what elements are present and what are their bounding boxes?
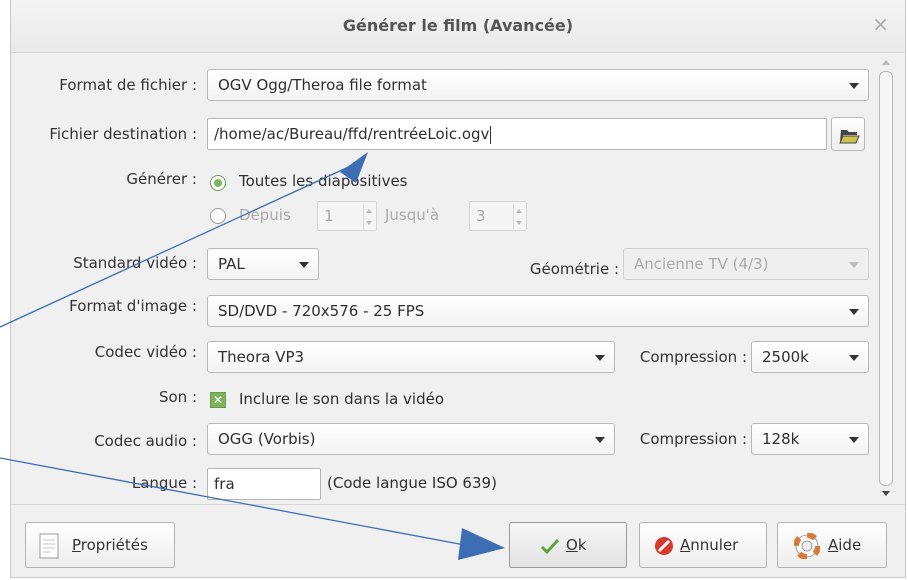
geometry-label: Géométrie : [529, 260, 619, 278]
stop-icon [655, 537, 673, 555]
spin-arrows-icon [363, 204, 374, 230]
language-value: fra [214, 475, 235, 493]
video-codec-label: Codec vidéo : [94, 343, 197, 361]
include-sound-label: Inclure le son dans la vidéo [239, 390, 445, 408]
chevron-down-icon [849, 262, 859, 268]
audio-compression-label: Compression : [639, 430, 747, 448]
until-value: 3 [476, 207, 486, 225]
cancel-button-label: Annuler [680, 536, 739, 554]
chevron-down-icon [849, 355, 859, 361]
video-codec-value: Theora VP3 [218, 348, 305, 366]
radio-all-slides-label: Toutes les diapositives [239, 172, 408, 190]
chevron-down-icon [299, 262, 309, 268]
radio-all-slides[interactable] [210, 175, 226, 191]
scroll-down-icon[interactable] [882, 491, 890, 496]
chevron-down-icon [849, 437, 859, 443]
radio-from-label: Depuis [239, 206, 291, 224]
video-compression-select[interactable]: 2500k [751, 341, 869, 373]
file-format-label: Format de fichier : [59, 76, 197, 94]
radio-from[interactable] [210, 208, 226, 224]
until-label: Jusqu'à [385, 206, 440, 224]
destination-value: /home/ac/Bureau/ffd/rentréeLoic.ogv [214, 125, 490, 143]
checkmark-icon [540, 538, 560, 555]
lifebuoy-icon [794, 533, 820, 559]
destination-label: Fichier destination : [49, 125, 197, 143]
button-separator [11, 504, 905, 505]
help-button-label: Aide [828, 536, 862, 554]
destination-input[interactable]: /home/ac/Bureau/ffd/rentréeLoic.ogv [207, 118, 827, 150]
from-spinbox[interactable]: 1 [317, 201, 377, 231]
chevron-down-icon [849, 83, 859, 89]
spin-arrows-icon [513, 204, 524, 230]
ok-button-label: Ok [566, 536, 587, 554]
title-bar[interactable]: Générer le film (Avancée) × [11, 0, 905, 53]
scroll-up-icon[interactable] [882, 60, 890, 65]
video-compression-value: 2500k [762, 348, 809, 366]
until-spinbox[interactable]: 3 [469, 201, 527, 231]
video-standard-value: PAL [218, 255, 245, 273]
scrollbar[interactable] [877, 58, 895, 498]
video-compression-label: Compression : [639, 348, 747, 366]
file-format-value: OGV Ogg/Theroa file format [218, 76, 427, 94]
image-format-label: Format d'image : [69, 297, 197, 315]
image-format-value: SD/DVD - 720x576 - 25 FPS [218, 302, 425, 320]
help-button[interactable]: Aide [777, 522, 887, 568]
generate-movie-dialog: Générer le film (Avancée) × Format de fi… [10, 0, 906, 578]
scroll-thumb[interactable] [879, 71, 893, 486]
document-icon [39, 533, 59, 559]
audio-compression-select[interactable]: 128k [751, 423, 869, 455]
video-standard-select[interactable]: PAL [207, 248, 319, 280]
chevron-down-icon [595, 355, 605, 361]
sound-label: Son : [158, 388, 197, 406]
audio-codec-label: Codec audio : [94, 432, 197, 450]
dialog-title: Générer le film (Avancée) [342, 16, 574, 35]
image-format-select[interactable]: SD/DVD - 720x576 - 25 FPS [207, 295, 869, 327]
browse-folder-button[interactable] [831, 117, 865, 151]
text-cursor [490, 125, 492, 144]
language-hint: (Code langue ISO 639) [327, 474, 497, 492]
include-sound-checkbox[interactable]: ✕ [210, 392, 226, 408]
geometry-select[interactable]: Ancienne TV (4/3) [623, 248, 869, 280]
audio-compression-value: 128k [762, 430, 800, 448]
chevron-down-icon [595, 437, 605, 443]
video-codec-select[interactable]: Theora VP3 [207, 341, 615, 373]
language-label: Langue : [131, 474, 197, 492]
language-input[interactable]: fra [207, 468, 321, 500]
close-icon[interactable]: × [872, 12, 889, 36]
video-standard-label: Standard vidéo : [73, 254, 197, 272]
audio-codec-select[interactable]: OGG (Vorbis) [207, 423, 615, 455]
geometry-value: Ancienne TV (4/3) [634, 255, 769, 273]
properties-button-label: Propriétés [72, 536, 148, 554]
audio-codec-value: OGG (Vorbis) [218, 430, 316, 448]
cancel-button[interactable]: Annuler [639, 522, 767, 568]
from-value: 1 [324, 207, 334, 225]
file-format-select[interactable]: OGV Ogg/Theroa file format [207, 69, 869, 101]
generate-label: Générer : [126, 170, 197, 188]
folder-open-icon [839, 130, 860, 144]
ok-button[interactable]: Ok [509, 522, 627, 568]
properties-button[interactable]: Propriétés [25, 522, 175, 568]
chevron-down-icon [849, 309, 859, 315]
